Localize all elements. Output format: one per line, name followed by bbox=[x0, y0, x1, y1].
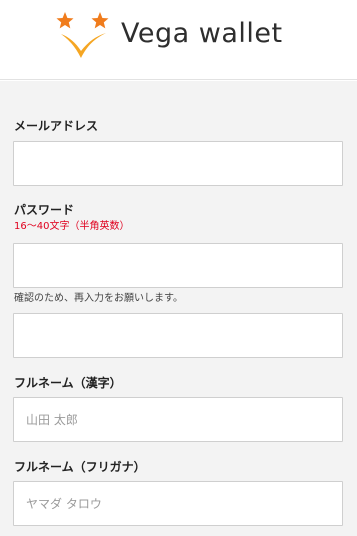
password-field[interactable] bbox=[13, 243, 343, 288]
stars-v-logo-icon bbox=[56, 12, 109, 58]
password-confirm-hint: 確認のため、再入力をお願いします。 bbox=[14, 293, 183, 304]
brand-name: Vega wallet bbox=[121, 18, 283, 49]
password-label: パスワード bbox=[14, 203, 75, 217]
password-requirement-hint: 16〜40文字（半角英数） bbox=[14, 221, 130, 232]
fullname-kanji-field[interactable] bbox=[13, 397, 343, 442]
email-field[interactable] bbox=[13, 141, 343, 186]
email-label: メールアドレス bbox=[14, 119, 99, 133]
fullname-kanji-label: フルネーム（漢字） bbox=[14, 376, 122, 390]
registration-form: メールアドレス パスワード 16〜40文字（半角英数） 確認のため、再入力をお願… bbox=[0, 81, 357, 536]
app-header: Vega wallet bbox=[0, 0, 357, 80]
password-confirm-field[interactable] bbox=[13, 313, 343, 358]
fullname-kana-field[interactable] bbox=[13, 481, 343, 526]
fullname-kana-label: フルネーム（フリガナ） bbox=[14, 460, 146, 474]
